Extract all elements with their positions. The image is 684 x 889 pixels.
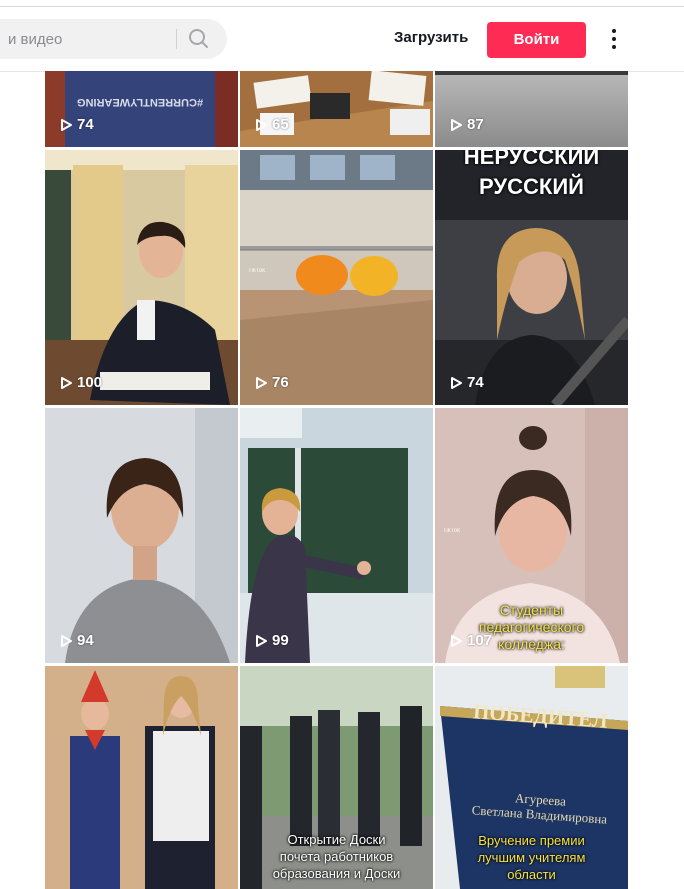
play-icon — [256, 634, 267, 647]
video-card[interactable]: 100 — [45, 150, 238, 405]
view-count: 100 — [59, 374, 102, 391]
video-card[interactable] — [45, 666, 238, 889]
video-thumbnail — [45, 408, 238, 663]
play-icon — [451, 118, 462, 131]
video-caption: Вручение премии лучшим учителям области — [477, 833, 586, 882]
tiktok-watermark: TikTok — [248, 268, 266, 274]
view-count: 87 — [449, 116, 484, 133]
search-bar — [0, 19, 227, 59]
view-count: 94 — [59, 632, 94, 649]
video-thumbnail: #CURRENTLYWEARING — [45, 71, 238, 147]
play-icon — [61, 376, 72, 389]
upload-button[interactable]: Загрузить — [394, 29, 468, 46]
svg-text:#CURRENTLYWEARING: #CURRENTLYWEARING — [77, 96, 203, 108]
video-card[interactable]: 99 — [240, 408, 433, 663]
play-icon — [451, 634, 462, 647]
video-card[interactable]: TikTok 76 — [240, 150, 433, 405]
video-card[interactable]: TikTok Студенты педагогического колледжа… — [435, 408, 628, 663]
video-caption: Открытие Доски почета работников образов… — [272, 832, 401, 881]
login-button[interactable]: Войти — [487, 22, 586, 58]
view-count: 65 — [254, 116, 289, 133]
search-icon — [189, 29, 208, 48]
more-menu-button[interactable] — [604, 25, 624, 55]
play-icon — [61, 634, 72, 647]
view-count: 99 — [254, 632, 289, 649]
search-button[interactable] — [185, 27, 213, 51]
search-divider — [176, 29, 177, 49]
video-card[interactable]: 65 — [240, 71, 433, 147]
view-count: 107 — [449, 632, 492, 649]
video-overlay-top: НЕРУССКИЙ — [463, 150, 600, 169]
video-thumbnail — [240, 71, 433, 147]
video-thumbnail — [240, 150, 433, 405]
play-icon — [61, 118, 72, 131]
video-card[interactable]: НЕРУССКИЙ РУССКИЙ 74 — [435, 150, 628, 405]
view-count: 76 — [254, 374, 289, 391]
top-navbar: Загрузить Войти — [0, 7, 684, 72]
video-thumbnail — [435, 71, 628, 147]
play-icon — [451, 376, 462, 389]
play-icon — [256, 118, 267, 131]
play-icon — [256, 376, 267, 389]
view-count: 74 — [449, 374, 484, 391]
search-input[interactable] — [8, 19, 148, 59]
view-count: 74 — [59, 116, 94, 133]
video-card[interactable]: 94 — [45, 408, 238, 663]
video-thumbnail — [45, 666, 238, 889]
video-card[interactable]: Открытие Доски почета работников образов… — [240, 666, 433, 889]
video-card[interactable]: 87 — [435, 71, 628, 147]
video-thumbnail — [240, 408, 433, 663]
video-card[interactable]: ПОБЕДИТЕЛ Агуреева Светлана Владимировна… — [435, 666, 628, 889]
tiktok-watermark: TikTok — [443, 528, 461, 534]
video-card[interactable]: #CURRENTLYWEARING 74 — [45, 71, 238, 147]
video-overlay-title: РУССКИЙ — [479, 174, 584, 199]
video-thumbnail — [45, 150, 238, 405]
